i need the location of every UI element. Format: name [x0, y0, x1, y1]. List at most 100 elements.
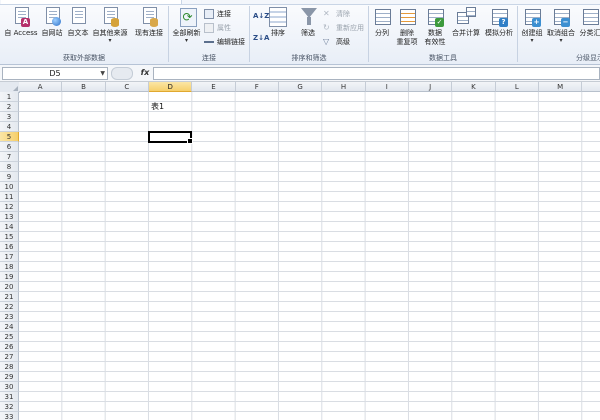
- connections-icon: [204, 9, 214, 19]
- column-header-g[interactable]: G: [278, 82, 323, 92]
- formula-controls: [111, 67, 133, 80]
- row-header-1[interactable]: 1: [0, 92, 19, 102]
- group-label-data-tools: 数据工具: [429, 54, 457, 62]
- data-validation-button[interactable]: ✓ 数据 有效性: [422, 7, 448, 47]
- active-cell-selection[interactable]: [147, 131, 194, 144]
- row-header-18[interactable]: 18: [0, 262, 19, 272]
- formula-bar: D5 ▼ fx: [0, 65, 600, 82]
- row-header-32[interactable]: 32: [0, 402, 19, 412]
- properties-icon: [204, 23, 214, 33]
- filter-icon: [299, 7, 317, 27]
- name-box[interactable]: D5 ▼: [2, 67, 108, 80]
- access-icon: A: [12, 7, 30, 27]
- row-header-6[interactable]: 6: [0, 142, 19, 152]
- clear-filter-icon: ✕: [323, 9, 330, 18]
- row-header-3[interactable]: 3: [0, 112, 19, 122]
- row-header-10[interactable]: 10: [0, 182, 19, 192]
- tab-data-active[interactable]: [1, 0, 182, 4]
- column-header-i[interactable]: I: [365, 82, 409, 92]
- row-header-23[interactable]: 23: [0, 312, 19, 322]
- clear-filter-button[interactable]: ✕ 清除: [323, 8, 350, 20]
- column-header-f[interactable]: F: [235, 82, 279, 92]
- column-header-d[interactable]: D: [148, 82, 193, 92]
- row-header-26[interactable]: 26: [0, 342, 19, 352]
- row-header-24[interactable]: 24: [0, 322, 19, 332]
- data-validation-icon: ✓: [426, 7, 444, 27]
- cell-d2[interactable]: 表1: [151, 102, 164, 112]
- row-header-12[interactable]: 12: [0, 202, 19, 212]
- refresh-all-button[interactable]: 全部刷新 ▾: [171, 7, 202, 44]
- row-header-31[interactable]: 31: [0, 392, 19, 402]
- row-header-8[interactable]: 8: [0, 162, 19, 172]
- filter-button[interactable]: 筛选: [297, 7, 319, 38]
- row-header-13[interactable]: 13: [0, 212, 19, 222]
- existing-connections-button[interactable]: 现有连接: [133, 7, 165, 38]
- sort-button[interactable]: 排序: [267, 7, 289, 38]
- group-label-connections: 连接: [202, 54, 216, 62]
- row-header-15[interactable]: 15: [0, 232, 19, 242]
- from-web-button[interactable]: 自网站: [39, 7, 65, 38]
- row-header-2[interactable]: 2: [0, 102, 19, 112]
- existing-connections-icon: [140, 7, 158, 27]
- group-icon: +: [523, 7, 541, 27]
- from-other-sources-button[interactable]: 自其他来源 ▾: [91, 7, 129, 44]
- advanced-filter-button[interactable]: ▽ 高级: [323, 36, 350, 48]
- text-to-columns-button[interactable]: 分列: [372, 7, 392, 38]
- group-label-outline: 分级显示: [576, 54, 600, 62]
- from-text-button[interactable]: 自文本: [65, 7, 91, 38]
- row-header-7[interactable]: 7: [0, 152, 19, 162]
- row-header-17[interactable]: 17: [0, 252, 19, 262]
- row-header-27[interactable]: 27: [0, 352, 19, 362]
- column-header-j[interactable]: J: [408, 82, 453, 92]
- row-header-28[interactable]: 28: [0, 362, 19, 372]
- column-header-b[interactable]: B: [62, 82, 106, 92]
- column-header-e[interactable]: E: [192, 82, 236, 92]
- connections-button[interactable]: 连接: [204, 8, 231, 20]
- row-header-16[interactable]: 16: [0, 242, 19, 252]
- row-header-5[interactable]: 5: [0, 132, 19, 142]
- column-header-m[interactable]: M: [538, 82, 583, 92]
- from-access-button[interactable]: A 自 Access: [4, 7, 38, 38]
- column-header-n[interactable]: N: [582, 82, 600, 92]
- insert-function-button[interactable]: fx: [138, 66, 152, 79]
- row-header-33[interactable]: 33: [0, 412, 19, 420]
- row-header-30[interactable]: 30: [0, 382, 19, 392]
- worksheet: 表1 ABCDEFGHIJKLMN12345678910111213141516…: [0, 82, 600, 420]
- ungroup-icon: −: [552, 7, 570, 27]
- consolidate-icon: [457, 7, 476, 27]
- formula-input[interactable]: [153, 67, 600, 80]
- column-header-a[interactable]: A: [19, 82, 63, 92]
- properties-button[interactable]: 属性: [204, 22, 231, 34]
- column-header-h[interactable]: H: [322, 82, 366, 92]
- chevron-down-icon[interactable]: ▼: [100, 68, 105, 79]
- text-file-icon: [69, 7, 87, 27]
- text-to-columns-icon: [373, 7, 391, 27]
- consolidate-button[interactable]: 合并计算: [451, 7, 481, 38]
- ribbon-tab-strip: [0, 0, 600, 5]
- row-header-9[interactable]: 9: [0, 172, 19, 182]
- row-header-4[interactable]: 4: [0, 122, 19, 132]
- column-header-k[interactable]: K: [452, 82, 496, 92]
- row-header-29[interactable]: 29: [0, 372, 19, 382]
- row-header-11[interactable]: 11: [0, 192, 19, 202]
- subtotal-icon: [581, 7, 599, 27]
- subtotal-button[interactable]: 分类汇: [578, 7, 600, 38]
- row-header-19[interactable]: 19: [0, 272, 19, 282]
- row-header-14[interactable]: 14: [0, 222, 19, 232]
- ungroup-button[interactable]: − 取消组合 ▾: [546, 7, 576, 44]
- row-header-20[interactable]: 20: [0, 282, 19, 292]
- row-header-25[interactable]: 25: [0, 332, 19, 342]
- column-header-l[interactable]: L: [495, 82, 539, 92]
- cell-grid[interactable]: 表1: [19, 92, 600, 420]
- row-header-21[interactable]: 21: [0, 292, 19, 302]
- remove-duplicates-button[interactable]: 删除 重复项: [396, 7, 418, 47]
- edit-links-button[interactable]: 编辑链接: [204, 36, 245, 48]
- what-if-analysis-button[interactable]: ? 模拟分析: [483, 7, 515, 38]
- chevron-down-icon: ▾: [108, 37, 112, 44]
- group-button[interactable]: + 创建组 ▾: [519, 7, 545, 44]
- refresh-icon: [178, 7, 197, 27]
- reapply-button[interactable]: ↻ 重新应用: [323, 22, 364, 34]
- ribbon: A 自 Access 自网站 自文本 自其他来源 ▾ 现有连接 获取外部数据 全…: [0, 0, 600, 65]
- row-header-22[interactable]: 22: [0, 302, 19, 312]
- column-header-c[interactable]: C: [105, 82, 149, 92]
